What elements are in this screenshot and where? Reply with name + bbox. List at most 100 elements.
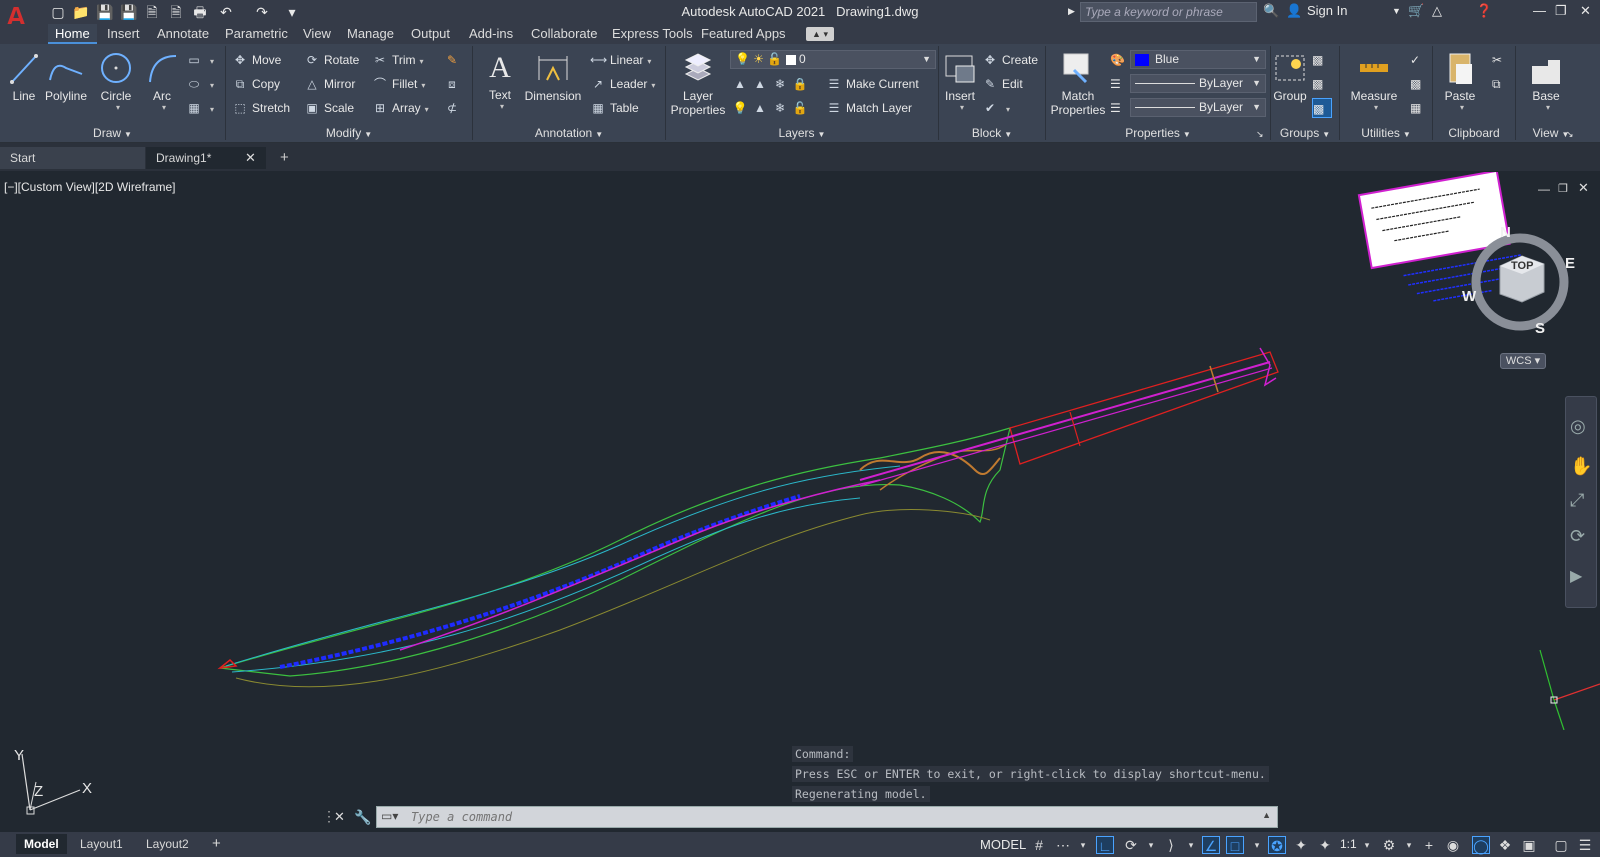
base-view-button[interactable]: Base ▾: [1524, 56, 1568, 112]
ungroup-icon[interactable]: ▩: [1312, 50, 1323, 70]
insert-dropdown-icon[interactable]: ▾: [946, 103, 978, 112]
leader-dropdown-icon[interactable]: ▾: [651, 81, 655, 90]
scale-button[interactable]: ▣ Scale: [304, 98, 354, 118]
help-icon[interactable]: ❓: [1476, 3, 1492, 19]
layer-unisolate-icon[interactable]: ▲: [752, 98, 768, 118]
tab-home[interactable]: Home: [48, 24, 97, 44]
tab-model[interactable]: Model: [16, 834, 67, 854]
add-layout-plus-icon[interactable]: +: [204, 834, 229, 854]
viewcube[interactable]: [1460, 222, 1580, 342]
tab-parametric[interactable]: Parametric: [218, 24, 295, 44]
viewcube-top-label[interactable]: TOP: [1511, 260, 1533, 272]
minimize-icon[interactable]: —: [1533, 3, 1546, 18]
layer-on-all-icon[interactable]: 💡: [732, 98, 748, 118]
annotation-monitor-plus-icon[interactable]: +: [1420, 836, 1438, 854]
new-file-icon[interactable]: ▢: [50, 4, 66, 20]
sign-in-link[interactable]: Sign In: [1307, 3, 1347, 18]
linetype-dropdown[interactable]: ByLayer ▼: [1130, 98, 1266, 117]
isodraft-dropdown-icon[interactable]: ▾: [1182, 836, 1200, 854]
redo-icon[interactable]: ↷: [254, 4, 270, 20]
pan-hand-icon[interactable]: ✋: [1570, 456, 1592, 477]
tab-view[interactable]: View: [296, 24, 338, 44]
zoom-extents-icon[interactable]: ⤢: [1570, 490, 1584, 511]
layer-thaw-all-icon[interactable]: ❄: [772, 98, 788, 118]
autodesk-app-icon[interactable]: △: [1432, 3, 1442, 19]
isolate-objects-icon[interactable]: ◉: [1444, 836, 1462, 854]
color-wheel-icon[interactable]: 🎨: [1110, 50, 1125, 70]
fullscreen-icon[interactable]: ▢: [1552, 836, 1570, 854]
arc-button[interactable]: Arc ▾: [146, 50, 178, 112]
panel-title-draw[interactable]: Draw ▼: [0, 126, 225, 142]
command-customize-icon[interactable]: 🔧: [354, 809, 371, 826]
panel-title-view[interactable]: View ▼: [1516, 126, 1586, 142]
undo-icon[interactable]: ↶: [218, 4, 234, 20]
match-properties-button[interactable]: Match Properties: [1050, 50, 1106, 117]
layer-freeze-icon[interactable]: ❄: [772, 74, 788, 94]
color-dropdown[interactable]: Blue ▼: [1130, 50, 1266, 69]
layer-isolate-icon[interactable]: ▲: [752, 74, 768, 94]
properties-launcher-icon[interactable]: ↘: [1256, 124, 1264, 144]
fillet-button[interactable]: ⌒ Fillet ▾: [372, 74, 425, 94]
command-history-toggle-icon[interactable]: ▲: [1262, 810, 1271, 820]
tab-featured-apps[interactable]: Featured Apps: [694, 24, 793, 44]
paste-dropdown-icon[interactable]: ▾: [1444, 103, 1480, 112]
circle-dropdown-icon[interactable]: ▾: [102, 103, 134, 112]
panel-title-utilities[interactable]: Utilities ▼: [1340, 126, 1432, 142]
save-web-icon[interactable]: 🗎: [168, 4, 184, 20]
lineweight-dropdown[interactable]: ByLayer ▼: [1130, 74, 1266, 93]
close-tab-icon[interactable]: ✕: [245, 150, 256, 166]
panel-title-block[interactable]: Block ▼: [939, 126, 1045, 142]
workspace-gear-icon[interactable]: ⚙: [1380, 836, 1398, 854]
save-icon[interactable]: 💾: [96, 4, 113, 20]
grid-icon[interactable]: #: [1030, 836, 1048, 854]
ellipse-dropdown-icon[interactable]: ▾: [210, 81, 214, 90]
panel-title-groups[interactable]: Groups ▼: [1271, 126, 1339, 142]
scale-dropdown-icon[interactable]: ▾: [1358, 836, 1376, 854]
isolate-icon[interactable]: ❖: [1496, 836, 1514, 854]
user-icon[interactable]: 👤: [1286, 3, 1302, 19]
customize-menu-icon[interactable]: ☰: [1576, 836, 1594, 854]
panel-title-clipboard[interactable]: Clipboard: [1433, 126, 1515, 142]
workspace-dropdown-icon[interactable]: ▾: [1400, 836, 1418, 854]
leader-button[interactable]: ↗ Leader ▾: [590, 74, 655, 94]
layer-dropdown[interactable]: 💡 ☀ 🔓 0 ▼: [730, 50, 936, 69]
polar-dropdown-icon[interactable]: ▾: [1142, 836, 1160, 854]
annotation-scale-icon[interactable]: ✦: [1316, 836, 1334, 854]
ribbon-minimize-toggle-icon[interactable]: ▲ ▾: [806, 27, 834, 41]
copy-clip-icon[interactable]: ⧉: [1492, 74, 1501, 94]
tab-manage[interactable]: Manage: [340, 24, 401, 44]
panel-title-layers[interactable]: Layers ▼: [666, 126, 938, 142]
trim-button[interactable]: ✂ Trim ▾: [372, 50, 424, 70]
panel-title-modify[interactable]: Modify ▼: [226, 126, 472, 142]
tab-express-tools[interactable]: Express Tools: [605, 24, 700, 44]
rectangle-dropdown-icon[interactable]: ▾: [210, 57, 214, 66]
auto-scale-icon[interactable]: ✦: [1292, 836, 1310, 854]
osnap-dropdown-icon[interactable]: ▾: [1248, 836, 1266, 854]
measure-button[interactable]: Measure ▾: [1346, 50, 1402, 112]
viewcube-east[interactable]: E: [1565, 255, 1575, 272]
array-button[interactable]: ⊞ Array ▾: [372, 98, 429, 118]
quick-select-icon[interactable]: ✓: [1410, 50, 1420, 70]
edit-block-button[interactable]: ✎ Edit: [982, 74, 1023, 94]
trim-dropdown-icon[interactable]: ▾: [420, 57, 424, 66]
tab-layout1[interactable]: Layout1: [72, 834, 131, 854]
hatch-button[interactable]: ⬭ ▾: [186, 74, 214, 94]
tab-annotate[interactable]: Annotate: [150, 24, 216, 44]
create-block-button[interactable]: ✥ Create: [982, 50, 1038, 70]
steering-wheel-icon[interactable]: ◎: [1570, 416, 1586, 437]
orbit-icon[interactable]: ⟳: [1570, 526, 1585, 547]
tab-layout2[interactable]: Layout2: [138, 834, 197, 854]
move-button[interactable]: ✥ Move: [232, 50, 281, 70]
attributes-dropdown-icon[interactable]: ▾: [1006, 105, 1010, 114]
edit-attributes-button[interactable]: ✔ ▾: [982, 98, 1010, 118]
match-layer-button[interactable]: ☰ Match Layer: [826, 98, 912, 118]
ortho-icon[interactable]: ∟: [1096, 836, 1114, 854]
tab-add-ins[interactable]: Add-ins: [462, 24, 520, 44]
tab-output[interactable]: Output: [404, 24, 457, 44]
rotate-button[interactable]: ⟳ Rotate: [304, 50, 359, 70]
circle-button[interactable]: Circle ▾: [98, 50, 134, 112]
cut-icon[interactable]: ✂: [1492, 50, 1502, 70]
search-expand-icon[interactable]: ▶: [1068, 6, 1075, 17]
make-current-button[interactable]: ☰ Make Current: [826, 74, 919, 94]
model-space-button[interactable]: MODEL: [980, 837, 1026, 852]
